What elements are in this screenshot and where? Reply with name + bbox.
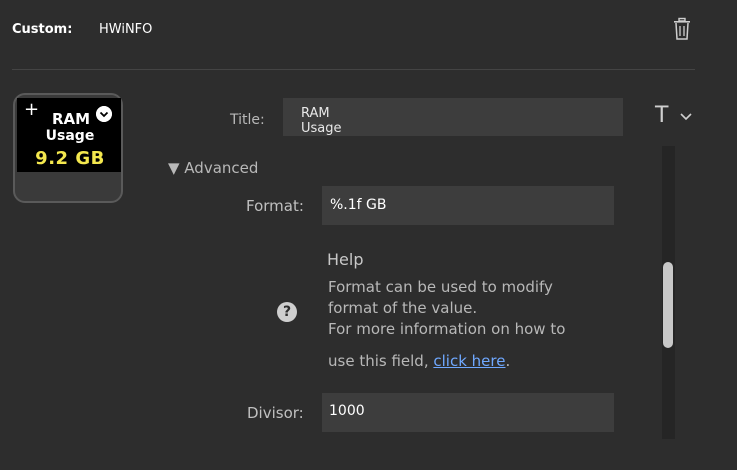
font-style-button[interactable]: T — [655, 103, 668, 129]
header-divider — [12, 69, 695, 70]
help-line: use this field, — [328, 352, 429, 370]
property-inspector: Custom: HWiNFO + RAM Usage 9.2 GB Title:… — [0, 0, 737, 470]
title-label: Title: — [230, 112, 265, 128]
format-label: Format: — [246, 197, 304, 215]
divisor-input[interactable]: 1000 — [322, 393, 614, 432]
help-line: For more information on how to — [328, 320, 566, 338]
plus-icon: + — [24, 99, 40, 120]
click-here-link[interactable]: click here — [433, 352, 505, 370]
plugin-name: HWiNFO — [99, 22, 153, 37]
key-value: 9.2 GB — [35, 148, 105, 169]
help-icon: ? — [277, 302, 297, 322]
advanced-toggle[interactable]: ▼ Advanced — [168, 159, 258, 177]
key-title-line2: Usage — [45, 128, 95, 144]
chevron-down-icon — [96, 106, 112, 122]
key-title-line1: RAM — [52, 110, 91, 128]
help-line: format of the value. — [328, 299, 478, 317]
divisor-label: Divisor: — [247, 404, 304, 422]
trash-icon[interactable] — [671, 17, 693, 41]
help-line-suffix: . — [505, 352, 511, 370]
scrollbar-thumb[interactable] — [663, 262, 673, 348]
help-title: Help — [327, 250, 364, 269]
format-input[interactable]: %.1f GB — [322, 186, 614, 225]
title-line2: Usage — [301, 121, 342, 136]
help-text: Format can be used to modify format of t… — [328, 277, 618, 340]
chevron-down-icon[interactable] — [679, 112, 693, 122]
help-line: Format can be used to modify — [328, 278, 553, 296]
title-textarea[interactable]: RAM Usage — [283, 98, 623, 136]
title-line1: RAM — [301, 106, 330, 121]
custom-label: Custom: — [12, 22, 73, 37]
help-link-row: use this field, click here. — [328, 352, 510, 370]
